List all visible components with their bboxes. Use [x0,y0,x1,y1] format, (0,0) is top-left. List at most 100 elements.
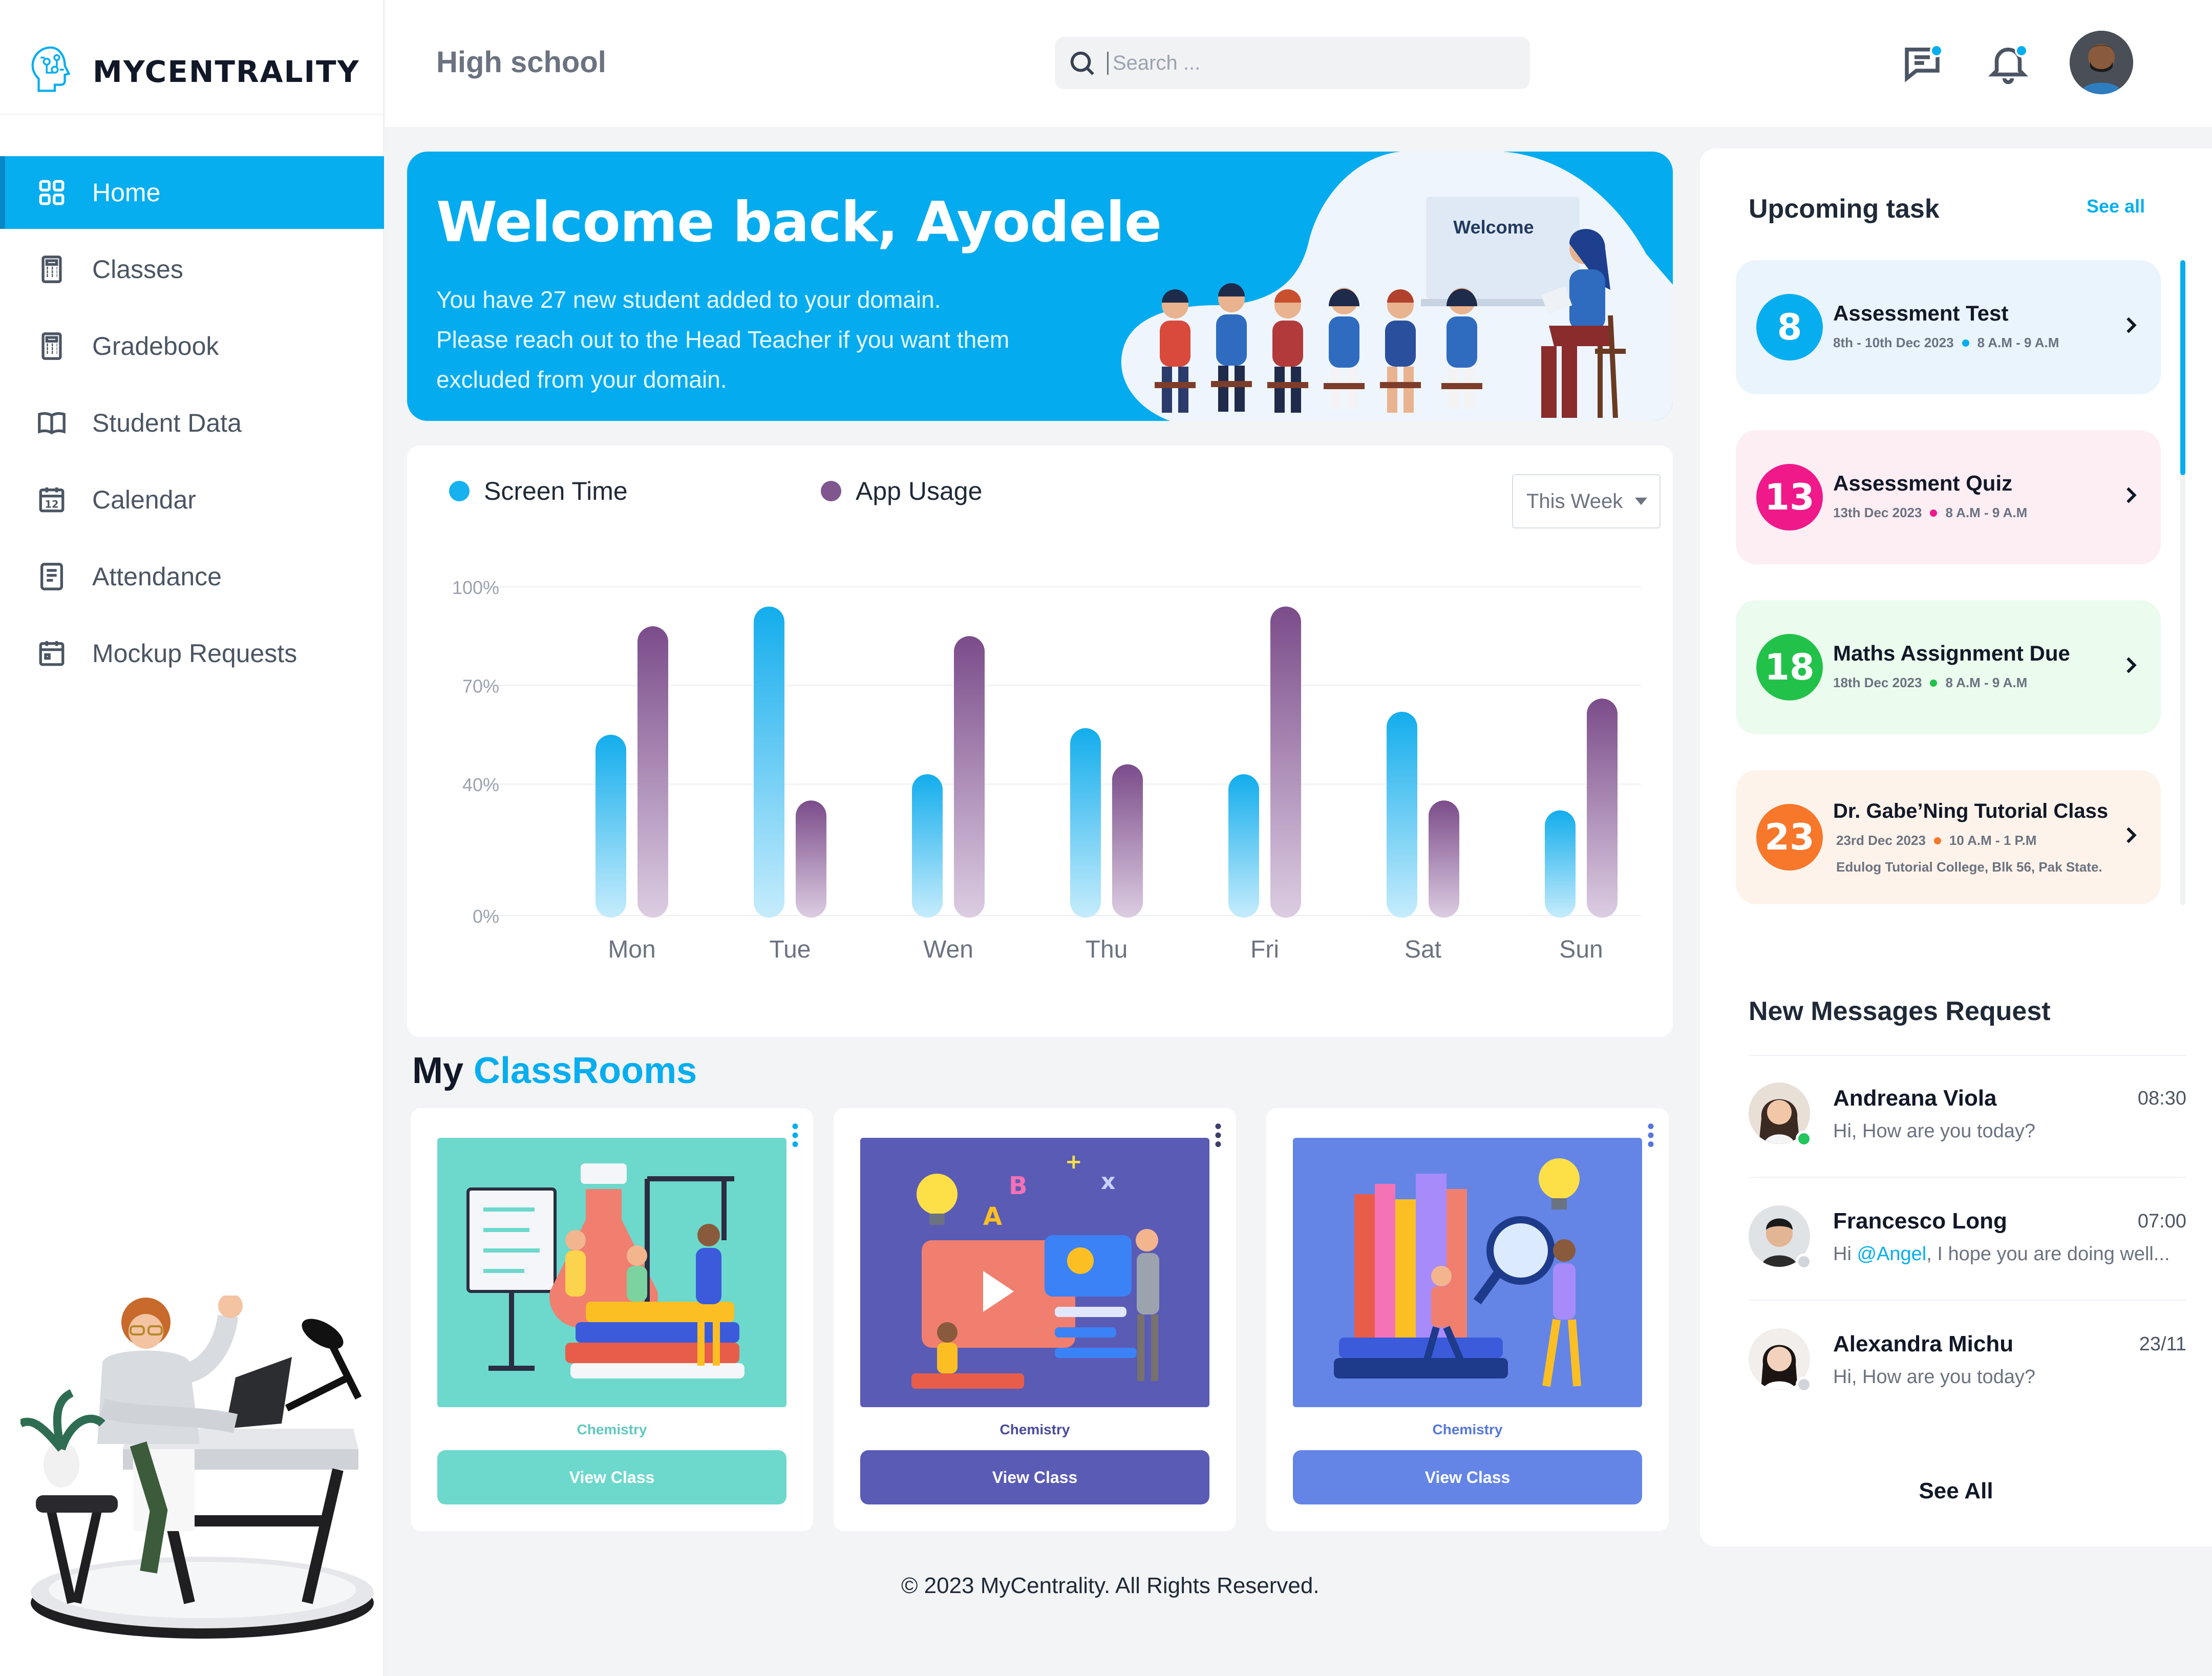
classroom-card[interactable]: Chemistry View Class [411,1108,813,1531]
brain-head-icon [31,46,71,92]
classroom-subject: Chemistry [577,1422,647,1437]
offline-status-dot [1796,1254,1812,1270]
task-dot [1933,837,1941,844]
classroom-image [1293,1138,1642,1407]
sidebar-item-label: Gradebook [92,332,219,360]
classrooms-title-accent: ClassRooms [474,1050,697,1091]
message-item[interactable]: Francesco Long 07:00 Hi @Angel, I hope y… [1749,1188,2186,1301]
bar-screen-time-mon[interactable] [595,734,626,918]
x-tick-label: Tue [770,936,811,963]
bar-app-usage-sat[interactable] [1429,800,1459,918]
sidebar: MYCENTRALITY Home Classes Gradebook Stud… [0,0,384,1676]
top-header: High school [385,0,2212,127]
see-all-tasks-link[interactable]: See all [2087,196,2145,217]
bar-screen-time-sat[interactable] [1387,711,1417,918]
offline-status-dot [1796,1376,1812,1393]
board-welcome-text: Welcome [1453,217,1534,238]
view-class-button[interactable]: View Class [1293,1450,1642,1504]
notifications-unread-dot [2015,44,2028,57]
tasks-scrollbar[interactable] [2180,260,2185,905]
more-vertical-icon[interactable] [788,1122,803,1148]
sidebar-item-label: Student Data [92,409,242,437]
svg-text:x: x [1101,1169,1115,1195]
user-avatar[interactable] [2070,31,2133,94]
usage-chart-card: Screen Time App Usage This Week 100% 70% 4… [407,445,1673,1037]
view-class-button[interactable]: View Class [860,1450,1209,1504]
bar-screen-time-wen[interactable] [912,774,943,918]
logo-divider [0,114,384,115]
message-sender: Francesco Long [1833,1208,2007,1234]
search-input[interactable] [1107,51,1506,75]
document-icon [40,563,63,590]
message-sender: Alexandra Michu [1833,1331,2014,1356]
online-status-dot [1796,1131,1812,1147]
scrollbar-thumb[interactable] [2180,260,2185,475]
bar-app-usage-fri[interactable] [1270,606,1301,918]
classroom-card[interactable]: Chemistry View Class [1266,1108,1669,1531]
bar-app-usage-sun[interactable] [1587,698,1618,918]
messages-unread-dot [1930,44,1943,57]
sidebar-item-student-data[interactable]: Student Data [0,387,384,459]
message-item[interactable]: Alexandra Michu 23/11 Hi, How are you to… [1749,1311,2186,1424]
message-text-start: Hi [1833,1243,1857,1265]
app-logo[interactable]: MYCENTRALITY [28,44,360,100]
search-icon [1070,51,1094,75]
chevron-right-icon [2126,827,2137,843]
messages-button[interactable] [1899,40,1945,86]
sidebar-item-mockup-requests[interactable]: Mockup Requests [0,617,384,690]
notifications-button[interactable] [1985,40,2031,86]
more-vertical-icon[interactable] [1210,1122,1226,1148]
task-name: Maths Assignment Due [1833,641,2070,665]
bar-screen-time-thu[interactable] [1070,728,1101,918]
task-time: 10 A.M - 1 P.M [1949,833,2037,848]
welcome-message-line: Please reach out to the Head Teacher if … [436,326,1010,353]
message-time: 08:30 [2137,1088,2186,1109]
bar-screen-time-tue[interactable] [754,606,784,918]
calendar-badge: 12 [45,499,59,511]
sidebar-item-gradebook[interactable]: Gradebook [0,310,384,383]
bar-app-usage-thu[interactable] [1112,764,1143,918]
task-location: Edulog Tutorial College, Blk 56, Pak Sta… [1836,859,2102,875]
chemistry-lab-illustration [466,1163,745,1378]
task-card[interactable]: 18 Maths Assignment Due 18th Dec 2023 8 … [1736,600,2161,734]
chevron-right-icon [2126,487,2137,503]
task-card[interactable]: 8 Assessment Test 8th - 10th Dec 2023 8 … [1736,260,2161,394]
bar-app-usage-wen[interactable] [954,636,985,918]
search-bar[interactable] [1055,37,1530,89]
new-messages-title: New Messages Request [1749,996,2051,1026]
sidebar-item-attendance[interactable]: Attendance [0,540,384,613]
classroom-subject: Chemistry [1432,1422,1503,1437]
welcome-message-line: You have 27 new student added to your do… [436,286,941,313]
x-tick-label: Fri [1250,936,1279,963]
classroom-card[interactable]: B A + x Chemistry View Class [834,1108,1236,1531]
sidebar-item-home[interactable]: Home [0,156,384,229]
task-day-badge: 8 [1756,294,1823,360]
classroom-image: B A + x [860,1138,1209,1407]
message-time: 07:00 [2137,1211,2186,1232]
view-class-button[interactable]: View Class [437,1450,786,1504]
task-name: Dr. Gabe’Ning Tutorial Class [1833,800,2109,822]
classrooms-title-prefix: My [412,1050,464,1091]
task-card[interactable]: 23 Dr. Gabe’Ning Tutorial Class 23rd Dec… [1736,770,2161,904]
bar-app-usage-mon[interactable] [637,626,668,918]
message-text-rest: , I hope you are doing well... [1926,1243,2170,1265]
classroom-image [437,1138,786,1407]
message-item[interactable]: Andreana Viola 08:30 Hi, How are you tod… [1749,1065,2186,1178]
y-tick-label: 100% [452,577,499,598]
sidebar-item-classes[interactable]: Classes [0,233,384,306]
bar-screen-time-sun[interactable] [1545,810,1576,918]
bar-app-usage-tue[interactable] [796,800,826,918]
message-mention[interactable]: @Angel [1857,1243,1926,1265]
message-sender: Andreana Viola [1833,1086,1997,1111]
online-learning-illustration: B A + x [911,1150,1159,1389]
see-all-messages-button[interactable]: See All [1700,1478,2212,1504]
bar-screen-time-fri[interactable] [1228,774,1259,918]
task-time: 8 A.M - 9 A.M [1977,335,2059,350]
task-dot [1930,509,1938,517]
more-vertical-icon[interactable] [1643,1122,1658,1148]
task-card[interactable]: 13 Assessment Quiz 13th Dec 2023 8 A.M -… [1736,430,2161,564]
message-time: 23/11 [2139,1333,2186,1355]
message-preview: Hi, How are you today? [1833,1366,2035,1388]
sidebar-item-calendar[interactable]: 12 Calendar [0,463,384,536]
x-tick-label: Sun [1559,936,1603,963]
